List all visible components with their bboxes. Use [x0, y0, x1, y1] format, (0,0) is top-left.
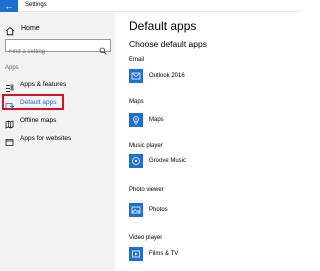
- app-name: Photos: [149, 207, 168, 213]
- page-subtitle: Choose default apps: [129, 39, 207, 49]
- category-label-photo-viewer: Photo viewer: [129, 187, 164, 193]
- home-icon: [5, 23, 15, 36]
- default-app-video-button[interactable]: Films & TV: [129, 247, 178, 261]
- sidebar-item-offline-maps[interactable]: Offline maps: [2, 113, 102, 129]
- search-field[interactable]: [5, 39, 111, 58]
- highlight-box: [2, 94, 64, 110]
- sidebar-item-label: Offline maps: [20, 116, 57, 124]
- main-content: Default apps Choose default apps Email O…: [115, 12, 300, 271]
- app-name: Films & TV: [149, 251, 179, 257]
- search-icon[interactable]: [99, 42, 107, 55]
- maps-icon: [129, 113, 143, 127]
- category-label-maps: Maps: [129, 99, 144, 105]
- category-label-music-player: Music player: [129, 143, 163, 149]
- page-title: Default apps: [129, 19, 197, 33]
- default-app-maps-button[interactable]: Maps: [129, 113, 164, 127]
- sidebar-item-apps-for-websites[interactable]: Apps for websites: [2, 131, 102, 146]
- offline-maps-icon: [5, 116, 14, 129]
- app-name: Outlook 2016: [149, 73, 185, 79]
- sidebar-item-label: Apps for websites: [20, 134, 72, 142]
- app-name: Maps: [149, 117, 164, 123]
- sidebar-item-apps-features[interactable]: Apps & features: [2, 77, 102, 92]
- back-arrow-icon: ←: [4, 1, 14, 11]
- back-button[interactable]: ←: [0, 0, 18, 12]
- films-tv-icon: [129, 247, 143, 261]
- sidebar: Home Apps Apps & features Default apps O…: [0, 12, 115, 271]
- apps-features-icon: [5, 80, 14, 92]
- category-label-email: Email: [129, 57, 145, 63]
- apps-for-websites-icon: [5, 134, 14, 146]
- sidebar-item-label: Apps & features: [20, 80, 67, 88]
- app-name: Groove Music: [149, 158, 187, 164]
- window-title: Settings: [25, 2, 47, 8]
- photos-icon: [129, 203, 143, 217]
- default-app-music-button[interactable]: Groove Music: [129, 154, 186, 168]
- default-app-photos-button[interactable]: Photos: [129, 203, 168, 217]
- category-label-video-player: Video player: [129, 235, 163, 241]
- search-input[interactable]: [6, 46, 98, 58]
- section-label-apps: Apps: [5, 65, 19, 71]
- sidebar-item-home[interactable]: Home: [5, 21, 40, 36]
- outlook-icon: [129, 69, 143, 83]
- groove-music-icon: [129, 154, 143, 168]
- title-bar: ← Settings: [0, 0, 300, 12]
- default-app-email-button[interactable]: Outlook 2016: [129, 69, 185, 83]
- sidebar-item-label: Home: [21, 24, 40, 32]
